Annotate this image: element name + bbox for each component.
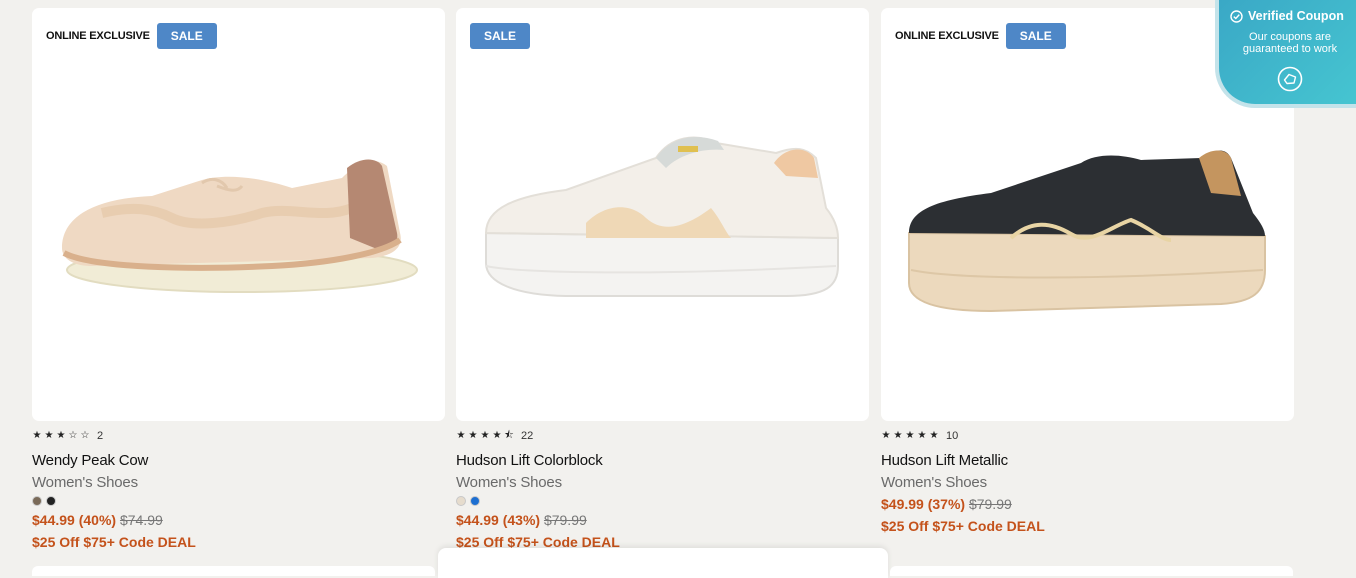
star-icon: ★ <box>893 430 903 441</box>
product-image-container[interactable]: ONLINE EXCLUSIVE SALE <box>32 8 445 421</box>
star-icon: ★ <box>905 430 915 441</box>
rating-stars: ★ ★ ★ ★ ★ <box>881 429 941 443</box>
color-swatch[interactable] <box>32 496 42 506</box>
half-star-icon: ⯪ <box>504 430 514 441</box>
review-count: 2 <box>97 430 104 442</box>
sale-price: $44.99 (43%) <box>456 512 541 528</box>
star-icon: ★ <box>492 430 502 441</box>
product-category: Women's Shoes <box>32 474 138 491</box>
verified-coupon-widget[interactable]: Verified Coupon Our coupons are guarante… <box>1215 0 1356 108</box>
product-rating: ★ ★ ★ ★ ⯪ 22 <box>456 429 869 443</box>
product-image[interactable] <box>456 8 869 421</box>
review-count: 22 <box>521 430 534 442</box>
deal-text: $25 Off $75+ Code DEAL <box>32 534 196 550</box>
star-icon: ★ <box>480 430 490 441</box>
product-rating: ★ ★ ★ ★ ★ 10 <box>881 429 1294 443</box>
rating-stars: ★ ★ ★ ★ ⯪ <box>456 429 516 443</box>
product-price: $49.99 (37%) $79.99 <box>881 495 1294 513</box>
star-icon: ★ <box>881 430 891 441</box>
color-swatch[interactable] <box>46 496 56 506</box>
sale-price: $49.99 (37%) <box>881 496 966 512</box>
review-count: 10 <box>946 430 959 442</box>
color-swatch[interactable] <box>456 496 466 506</box>
next-row-card <box>890 566 1293 576</box>
star-icon: ☆ <box>80 430 90 441</box>
star-icon: ★ <box>917 430 927 441</box>
star-icon: ★ <box>44 430 54 441</box>
coupon-chat-icon[interactable] <box>1277 66 1303 92</box>
product-image[interactable] <box>32 8 445 421</box>
product-category: Women's Shoes <box>881 474 987 491</box>
product-title[interactable]: Hudson Lift Metallic <box>881 452 1294 470</box>
sale-price: $44.99 (40%) <box>32 512 117 528</box>
color-swatches <box>32 496 445 508</box>
product-title[interactable]: Wendy Peak Cow <box>32 452 445 470</box>
star-icon: ★ <box>456 430 466 441</box>
color-swatch[interactable] <box>470 496 480 506</box>
star-icon: ☆ <box>68 430 78 441</box>
star-icon: ★ <box>56 430 66 441</box>
star-icon: ★ <box>929 430 939 441</box>
product-card[interactable]: ONLINE EXCLUSIVE SALE ★ ★ ★ ☆ ☆ 2 Wendy … <box>32 8 445 551</box>
bottom-popup-panel <box>438 548 888 578</box>
deal-text: $25 Off $75+ Code DEAL <box>881 518 1045 534</box>
product-title[interactable]: Hudson Lift Colorblock <box>456 452 869 470</box>
product-price: $44.99 (40%) $74.99 <box>32 511 445 529</box>
coupon-header: Verified Coupon <box>1230 9 1356 23</box>
coupon-subtitle: Our coupons are guaranteed to work <box>1242 31 1338 55</box>
check-circle-icon <box>1230 9 1243 23</box>
product-image-container[interactable]: SALE <box>456 8 869 421</box>
rating-stars: ★ ★ ★ ☆ ☆ <box>32 429 92 443</box>
product-category: Women's Shoes <box>456 474 562 491</box>
product-rating: ★ ★ ★ ☆ ☆ 2 <box>32 429 445 443</box>
original-price: $74.99 <box>119 512 163 528</box>
coupon-title: Verified Coupon <box>1248 9 1344 23</box>
original-price: $79.99 <box>543 512 587 528</box>
original-price: $79.99 <box>968 496 1012 512</box>
product-card[interactable]: SALE ★ ★ ★ ★ ⯪ 22 Hudson Lift Colorblock… <box>456 8 869 551</box>
star-icon: ★ <box>468 430 478 441</box>
product-price: $44.99 (43%) $79.99 <box>456 511 869 529</box>
color-swatches <box>456 496 869 508</box>
star-icon: ★ <box>32 430 42 441</box>
next-row-card <box>32 566 435 576</box>
